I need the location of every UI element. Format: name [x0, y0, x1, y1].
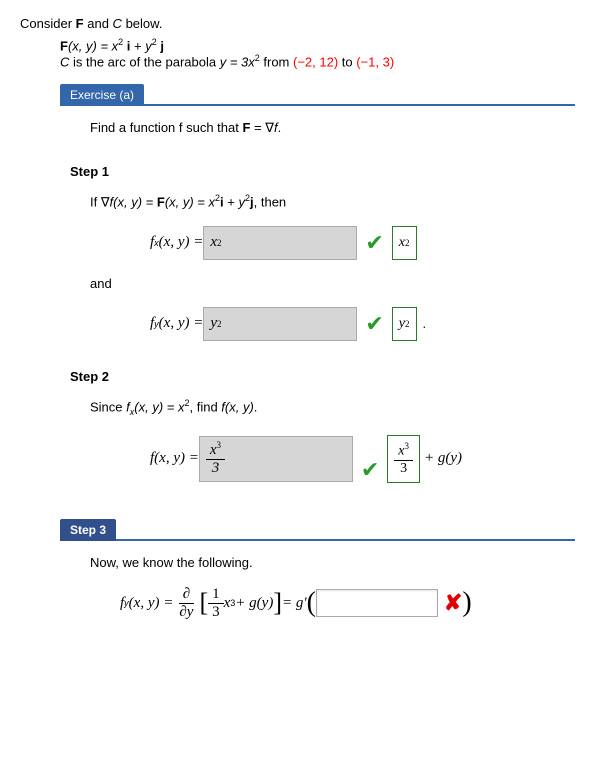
- s1-plus: +: [224, 194, 239, 209]
- curve-description: C is the arc of the parabola y = 3x2 fro…: [60, 53, 575, 69]
- fx-ans-x: x: [210, 234, 217, 251]
- fy-row: fy(x, y) = y2 ✔ y2 .: [150, 307, 575, 341]
- step-1-heading: Step 1: [70, 164, 575, 179]
- fx-args: (x, y) =: [159, 234, 204, 251]
- s1-xy: (x, y) =: [165, 194, 209, 209]
- s1-F: F: [157, 194, 165, 209]
- fxy-num-x: x: [210, 442, 217, 458]
- point-2: (−1, 3): [356, 55, 394, 70]
- s2-find: , find: [189, 399, 221, 414]
- curve-to: to: [338, 55, 356, 70]
- fy-answer-input[interactable]: y2: [203, 307, 357, 341]
- fxy-den: 3: [208, 460, 224, 477]
- s2-period: .: [254, 399, 258, 414]
- ex-dot: .: [278, 120, 282, 135]
- s1-dot: .: [423, 316, 427, 331]
- step2-line: Since fx(x, y) = x2, find f(x, y).: [90, 398, 575, 417]
- check-icon: ✔: [365, 230, 383, 256]
- if: If ∇: [90, 194, 110, 209]
- C-sym: C: [60, 55, 69, 70]
- and-word: and: [90, 276, 575, 291]
- fxy-row: f(x, y) = x3 3 ✔ x3 3 + g(y): [150, 435, 575, 483]
- fy-ans-y: y: [210, 315, 217, 332]
- check-icon: ✔: [361, 457, 379, 483]
- fx-answer-input[interactable]: x2: [203, 226, 357, 260]
- step1-if-line: If ∇f(x, y) = F(x, y) = x2i + y2j, then: [90, 193, 575, 210]
- s2-since: Since: [90, 399, 126, 414]
- s3-x: x: [224, 595, 231, 612]
- s3-eqg: = g': [282, 595, 307, 612]
- onethird-den: 3: [208, 604, 224, 621]
- fx-row: fx(x, y) = x2 ✔ x2: [150, 226, 575, 260]
- j-vec: j: [157, 38, 164, 53]
- tab-step-3[interactable]: Step 3: [60, 519, 116, 541]
- tab-exercise-a[interactable]: Exercise (a): [60, 84, 144, 106]
- exercise-a-body: Find a function f such that F = ∇f.: [90, 120, 575, 136]
- intro-F: F: [76, 16, 84, 31]
- plus-gy: + g(y): [424, 450, 462, 467]
- point-1: (−2, 12): [293, 55, 338, 70]
- gprime-arg-input[interactable]: [316, 589, 438, 617]
- partial-frac: ∂ ∂y: [175, 586, 197, 621]
- fxy-ans-frac: x3 3: [206, 440, 225, 477]
- intro-line: Consider F and C below.: [20, 16, 575, 31]
- fx-res-exp: 2: [405, 238, 410, 248]
- exercise-a-bar: Exercise (a): [60, 84, 575, 106]
- intro-C: C: [113, 16, 122, 31]
- step-3-bar: Step 3: [60, 519, 575, 541]
- lbracket-icon: [: [199, 590, 208, 616]
- step3-now: Now, we know the following.: [90, 555, 575, 570]
- intro-below: below.: [126, 16, 163, 31]
- rparen-icon: ): [462, 589, 471, 617]
- step-2-heading: Step 2: [70, 369, 575, 384]
- fxy-correct-box: x3 3: [387, 435, 420, 483]
- fxy-lhs: f(x, y) =: [150, 450, 199, 467]
- fxy-num-exp: 3: [217, 440, 222, 450]
- fxy-resnum-exp: 3: [405, 441, 410, 451]
- fx-correct-box: x2: [392, 226, 417, 260]
- s2-args: (x, y) = x: [134, 399, 184, 414]
- ex-eq: = ∇: [250, 120, 274, 135]
- fy-ans-exp: 2: [217, 319, 222, 329]
- dnum: ∂: [179, 586, 194, 604]
- F-definition: F(x, y) = x2 i + y2 j: [60, 37, 575, 53]
- find-text: Find a function f such that: [90, 120, 242, 135]
- bar-line: [144, 104, 575, 106]
- fy-correct-box: y2: [392, 307, 417, 341]
- step3-row: fy(x, y) = ∂ ∂y [ 1 3 x3 + g(y) ] = g' (…: [120, 586, 575, 621]
- F-args: (x, y) =: [68, 38, 112, 53]
- onethird-num: 1: [208, 586, 224, 604]
- intro-and: and: [87, 16, 112, 31]
- cross-icon: ✘: [444, 590, 462, 616]
- fx-ans-exp: 2: [217, 238, 222, 248]
- check-icon: ✔: [365, 311, 383, 337]
- plus: +: [130, 38, 145, 53]
- s3-args: (x, y) =: [129, 595, 174, 612]
- s3-plusg: + g(y): [235, 595, 273, 612]
- s1-fxy: f(x, y) =: [110, 194, 157, 209]
- fy-res-exp: 2: [405, 319, 410, 329]
- curve-text1: is the arc of the parabola: [69, 55, 219, 70]
- fxy-resden: 3: [396, 461, 411, 477]
- bar-line: [116, 539, 575, 541]
- curve-yeq: y = 3x: [220, 55, 255, 70]
- fxy-answer-input[interactable]: x3 3: [199, 436, 353, 482]
- s1-then: , then: [254, 194, 287, 209]
- fxy-res-frac: x3 3: [394, 441, 413, 477]
- curve-from: from: [260, 55, 293, 70]
- lparen-icon: (: [307, 589, 316, 617]
- consider-word: Consider: [20, 16, 72, 31]
- F-sym: F: [60, 38, 68, 53]
- rbracket-icon: ]: [273, 590, 282, 616]
- dden: ∂y: [175, 604, 197, 621]
- one-third: 1 3: [208, 586, 224, 621]
- fy-args: (x, y) =: [159, 315, 204, 332]
- s2-fof: f(x, y): [221, 399, 254, 414]
